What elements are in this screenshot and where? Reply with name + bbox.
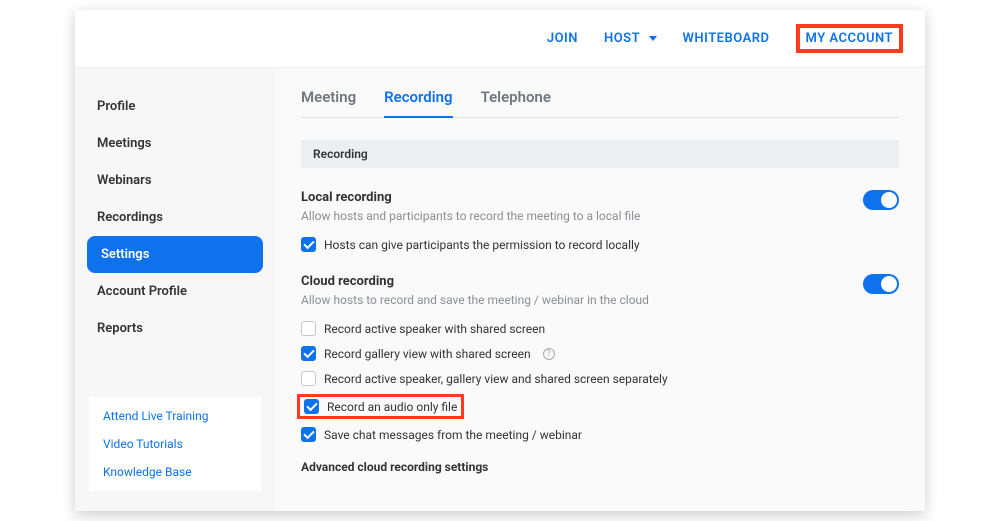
local-recording-desc: Allow hosts and participants to record t… bbox=[301, 209, 833, 223]
advanced-heading: Advanced cloud recording settings bbox=[301, 460, 833, 474]
opt-save-chat[interactable]: Save chat messages from the meeting / we… bbox=[301, 427, 833, 442]
section-bar-recording: Recording bbox=[301, 140, 899, 168]
sidebar-item-webinars[interactable]: Webinars bbox=[75, 162, 275, 199]
cloud-recording-title: Cloud recording bbox=[301, 274, 833, 289]
link-knowledge-base[interactable]: Knowledge Base bbox=[103, 465, 247, 479]
opt-label: Save chat messages from the meeting / we… bbox=[324, 428, 582, 442]
tab-telephone[interactable]: Telephone bbox=[481, 86, 551, 117]
cloud-recording-group: Cloud recording Allow hosts to record an… bbox=[301, 274, 899, 474]
sidebar: Profile Meetings Webinars Recordings Set… bbox=[75, 68, 275, 511]
checkbox-icon[interactable] bbox=[301, 321, 316, 336]
tab-meeting[interactable]: Meeting bbox=[301, 86, 356, 117]
sidebar-item-reports[interactable]: Reports bbox=[75, 310, 275, 347]
opt-separate[interactable]: Record active speaker, gallery view and … bbox=[301, 371, 833, 386]
local-recording-title: Local recording bbox=[301, 190, 833, 205]
cloud-recording-text: Cloud recording Allow hosts to record an… bbox=[301, 274, 833, 474]
opt-hosts-permission[interactable]: Hosts can give participants the permissi… bbox=[301, 237, 833, 252]
top-nav: JOIN HOST WHITEBOARD MY ACCOUNT bbox=[75, 10, 925, 68]
sidebar-item-meetings[interactable]: Meetings bbox=[75, 125, 275, 162]
checkbox-icon[interactable] bbox=[301, 371, 316, 386]
settings-tabs: Meeting Recording Telephone bbox=[301, 86, 899, 118]
local-recording-group: Local recording Allow hosts and particip… bbox=[301, 190, 899, 252]
link-live-training[interactable]: Attend Live Training bbox=[103, 409, 247, 423]
checkbox-icon[interactable] bbox=[301, 346, 316, 361]
info-icon[interactable]: ? bbox=[543, 348, 555, 360]
tab-recording[interactable]: Recording bbox=[384, 86, 452, 118]
main-panel: Meeting Recording Telephone Recording Lo… bbox=[275, 68, 925, 511]
nav-whiteboard[interactable]: WHITEBOARD bbox=[683, 31, 770, 46]
sidebar-help-links: Attend Live Training Video Tutorials Kno… bbox=[89, 397, 261, 491]
sidebar-item-settings[interactable]: Settings bbox=[87, 236, 263, 273]
nav-host[interactable]: HOST bbox=[604, 31, 657, 46]
sidebar-item-profile[interactable]: Profile bbox=[75, 88, 275, 125]
link-video-tutorials[interactable]: Video Tutorials bbox=[103, 437, 247, 451]
chevron-down-icon bbox=[649, 36, 657, 41]
toggle-local-recording[interactable] bbox=[863, 190, 899, 210]
opt-label: Record active speaker, gallery view and … bbox=[324, 372, 668, 386]
highlight-my-account: MY ACCOUNT bbox=[796, 24, 904, 53]
sidebar-item-recordings[interactable]: Recordings bbox=[75, 199, 275, 236]
opt-active-speaker[interactable]: Record active speaker with shared screen bbox=[301, 321, 833, 336]
opt-label: Record gallery view with shared screen bbox=[324, 347, 531, 361]
settings-window: JOIN HOST WHITEBOARD MY ACCOUNT Profile … bbox=[75, 10, 925, 511]
toggle-cloud-recording[interactable] bbox=[863, 274, 899, 294]
opt-audio-only-row: Record an audio only file bbox=[301, 396, 833, 417]
local-recording-text: Local recording Allow hosts and particip… bbox=[301, 190, 833, 252]
checkbox-icon[interactable] bbox=[301, 427, 316, 442]
body: Profile Meetings Webinars Recordings Set… bbox=[75, 68, 925, 511]
highlight-audio-only: Record an audio only file bbox=[297, 394, 464, 419]
opt-label: Record active speaker with shared screen bbox=[324, 322, 545, 336]
opt-label: Record an audio only file bbox=[327, 400, 457, 414]
checkbox-icon[interactable] bbox=[301, 237, 316, 252]
checkbox-icon[interactable] bbox=[304, 399, 319, 414]
cloud-recording-desc: Allow hosts to record and save the meeti… bbox=[301, 293, 833, 307]
nav-my-account[interactable]: MY ACCOUNT bbox=[806, 31, 894, 46]
sidebar-item-account-profile[interactable]: Account Profile bbox=[75, 273, 275, 310]
nav-host-label: HOST bbox=[604, 31, 640, 46]
opt-label: Hosts can give participants the permissi… bbox=[324, 238, 640, 252]
nav-join[interactable]: JOIN bbox=[547, 31, 578, 46]
opt-gallery-view[interactable]: Record gallery view with shared screen ? bbox=[301, 346, 833, 361]
